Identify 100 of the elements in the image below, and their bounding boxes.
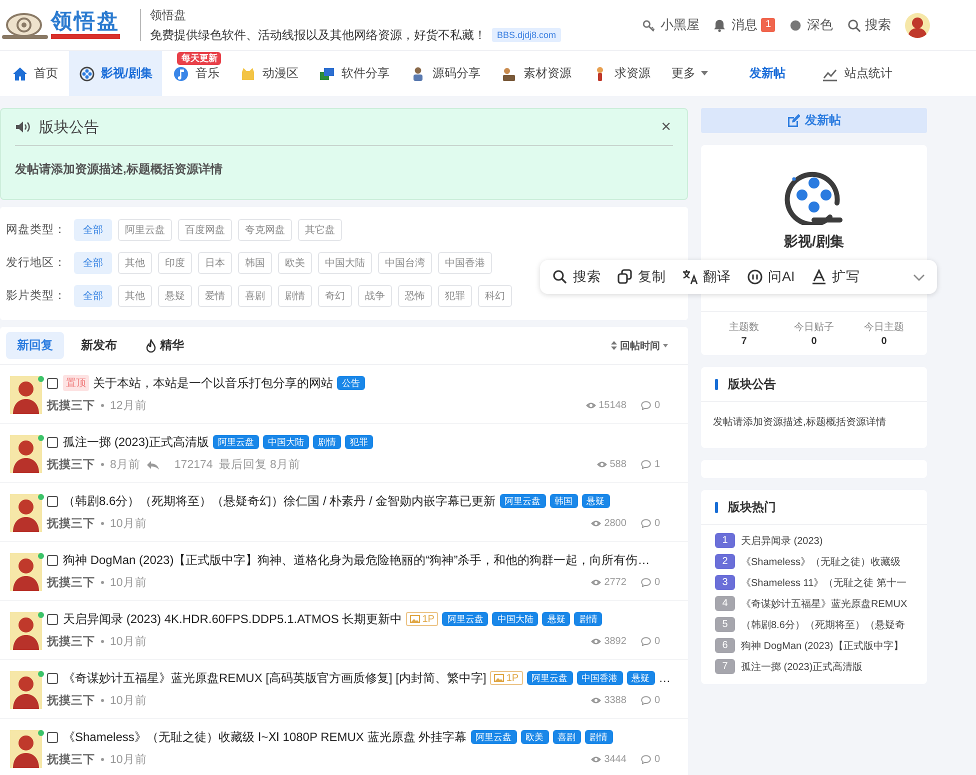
filter-option[interactable]: 其他 — [118, 284, 152, 306]
filter-option[interactable]: 百度网盘 — [178, 218, 232, 240]
filter-option[interactable]: 夸克网盘 — [238, 218, 292, 240]
list-tab[interactable]: 精华 — [134, 332, 195, 359]
user-avatar[interactable] — [10, 612, 42, 650]
user-avatar[interactable] — [905, 12, 930, 38]
tag[interactable]: 剧情 — [313, 435, 342, 449]
list-tab[interactable]: 新回复 — [6, 332, 64, 359]
hot-thread-link[interactable]: 《Shameless 11》（无耻之徒 第十一 — [741, 576, 906, 590]
list-tab[interactable]: 新发布 — [70, 332, 128, 359]
nav-tab[interactable]: 更多 — [661, 51, 718, 96]
nav-tab[interactable]: 首页 — [2, 51, 68, 96]
header-link[interactable]: 消息 1 — [713, 16, 775, 34]
filter-option[interactable]: 其他 — [118, 252, 152, 274]
close-button[interactable]: × — [659, 118, 673, 136]
hot-thread-link[interactable]: 《奇谋妙计五福星》蓝光原盘REMUX — [741, 596, 908, 610]
toolbar-button[interactable]: 扩写 — [810, 268, 860, 286]
nav-tab[interactable]: 求资源 — [582, 51, 660, 96]
author-name[interactable]: 抚摸三下 — [47, 693, 95, 708]
author-name[interactable]: 抚摸三下 — [47, 516, 95, 531]
user-avatar[interactable] — [10, 376, 42, 414]
filter-option[interactable]: 阿里云盘 — [118, 218, 172, 240]
tag[interactable]: 犯罪 — [345, 435, 374, 449]
tag[interactable]: 悬疑 — [626, 671, 655, 685]
filter-option[interactable]: 印度 — [158, 252, 192, 274]
header-link[interactable]: 小黑屋 — [642, 16, 700, 34]
hot-thread-link[interactable]: 孤注一掷 (2023)正式高清版 — [741, 660, 863, 674]
checkbox[interactable] — [47, 732, 58, 742]
filter-option[interactable]: 剧情 — [278, 284, 312, 306]
author-name[interactable]: 抚摸三下 — [47, 575, 95, 590]
nav-tab[interactable]: 素材资源 — [491, 51, 582, 96]
tag[interactable]: 阿里云盘 — [526, 671, 573, 685]
new-post-button[interactable]: 发新帖 — [701, 108, 927, 133]
filter-option[interactable]: 日本 — [198, 252, 232, 274]
checkbox[interactable] — [47, 496, 58, 506]
thread-title[interactable]: 关于本站，本站是一个以音乐打包分享的网站 — [93, 374, 333, 392]
hot-thread-link[interactable]: 狗神 DogMan (2023)【正式版中字】 — [741, 638, 904, 652]
nav-tab[interactable]: 动漫区 — [230, 51, 308, 96]
filter-option[interactable]: 犯罪 — [438, 284, 472, 306]
user-avatar[interactable] — [10, 435, 42, 473]
filter-option[interactable]: 欧美 — [278, 252, 312, 274]
header-link[interactable]: 搜索 — [847, 16, 891, 34]
tag[interactable]: 悬疑 — [582, 494, 610, 508]
nav-tab[interactable]: 软件分享 — [309, 51, 400, 96]
filter-option[interactable]: 其它盘 — [298, 218, 342, 240]
nav-tab[interactable]: 影视/剧集 — [69, 51, 162, 96]
tag[interactable]: 阿里云盘 — [213, 435, 260, 449]
user-avatar[interactable] — [10, 730, 42, 768]
thread-title[interactable]: 天启异闻录 (2023) 4K.HDR.60FPS.DDP5.1.ATMOS 长期更新中 — [63, 610, 402, 628]
thread-title[interactable]: 孤注一掷 (2023)正式高清版 — [63, 434, 210, 450]
tag[interactable]: 喜剧 — [552, 730, 581, 744]
nav-tab[interactable]: 站点统计 — [812, 51, 902, 96]
tag[interactable]: 阿里云盘 — [470, 730, 517, 744]
thread-title[interactable]: 狗神 DogMan (2023)【正式版中字】狗神、道格化身为最危险艳丽的“狗神”杀手，和他的狗群一起，向所有伤… — [63, 552, 650, 568]
filter-option[interactable]: 中国台湾 — [378, 252, 432, 274]
checkbox[interactable] — [47, 672, 58, 684]
nav-tab[interactable]: 源码分享 — [400, 51, 490, 96]
nav-tab[interactable]: 音乐 — [163, 65, 230, 82]
author-name[interactable]: 抚摸三下 — [47, 634, 95, 649]
toolbar-button[interactable]: 搜索 — [552, 268, 601, 286]
expand-button[interactable] — [913, 274, 925, 280]
filter-option[interactable]: 韩国 — [238, 252, 272, 274]
thread-title[interactable]: 《Shameless》（无耻之徒）收藏级 Ⅰ~Ⅺ 1080P REMUX 蓝光原盘 外挂字幕 — [63, 728, 467, 746]
filter-option[interactable]: 全部 — [74, 284, 112, 306]
header-link[interactable]: 深色 — [789, 16, 833, 34]
sort-dropdown[interactable]: 回帖时间 — [611, 338, 668, 352]
tag[interactable]: 公告 — [337, 376, 365, 390]
filter-option[interactable]: 中国大陆 — [318, 252, 372, 274]
filter-option[interactable]: 中国香港 — [438, 252, 492, 274]
filter-option[interactable]: 恐怖 — [398, 284, 432, 306]
filter-option[interactable]: 科幻 — [478, 284, 512, 306]
author-name[interactable]: 抚摸三下 — [47, 457, 95, 472]
filter-option[interactable]: 喜剧 — [238, 284, 272, 306]
filter-option[interactable]: 战争 — [358, 284, 392, 306]
toolbar-button[interactable]: 复制 — [617, 268, 666, 286]
user-avatar[interactable] — [10, 671, 42, 709]
tag[interactable]: 剧情 — [574, 612, 602, 626]
thread-title[interactable]: （韩剧8.6分）（死期将至）（悬疑奇幻）徐仁国 / 朴素丹 / 金智勋内嵌字幕已更新 — [63, 492, 496, 510]
tag[interactable]: 剧情 — [584, 730, 613, 744]
filter-option[interactable]: 全部 — [74, 218, 112, 240]
tag[interactable]: 中国香港 — [576, 671, 623, 685]
author-name[interactable]: 抚摸三下 — [47, 752, 95, 767]
checkbox[interactable] — [47, 436, 58, 448]
filter-option[interactable]: 奇幻 — [318, 284, 352, 306]
tag[interactable]: 韩国 — [550, 494, 578, 508]
nav-tab[interactable]: 发新帖 — [739, 51, 796, 96]
checkbox[interactable] — [47, 378, 58, 388]
hot-thread-link[interactable]: 天启异闻录 (2023) — [741, 534, 823, 548]
user-avatar[interactable] — [10, 553, 42, 591]
filter-option[interactable]: 爱情 — [198, 284, 232, 306]
author-name[interactable]: 抚摸三下 — [47, 398, 95, 413]
hot-thread-link[interactable]: （韩剧8.6分）（死期将至）（悬疑奇 — [741, 618, 905, 632]
checkbox[interactable] — [47, 614, 58, 624]
tag[interactable]: 悬疑 — [542, 612, 570, 626]
tag[interactable]: 欧美 — [520, 730, 549, 744]
filter-option[interactable]: 悬疑 — [158, 284, 192, 306]
tag[interactable]: 阿里云盘 — [442, 612, 488, 626]
tag[interactable]: 中国大陆 — [492, 612, 538, 626]
hot-thread-link[interactable]: 《Shameless》（无耻之徒）收藏级 — [741, 554, 900, 568]
checkbox[interactable] — [47, 554, 58, 566]
